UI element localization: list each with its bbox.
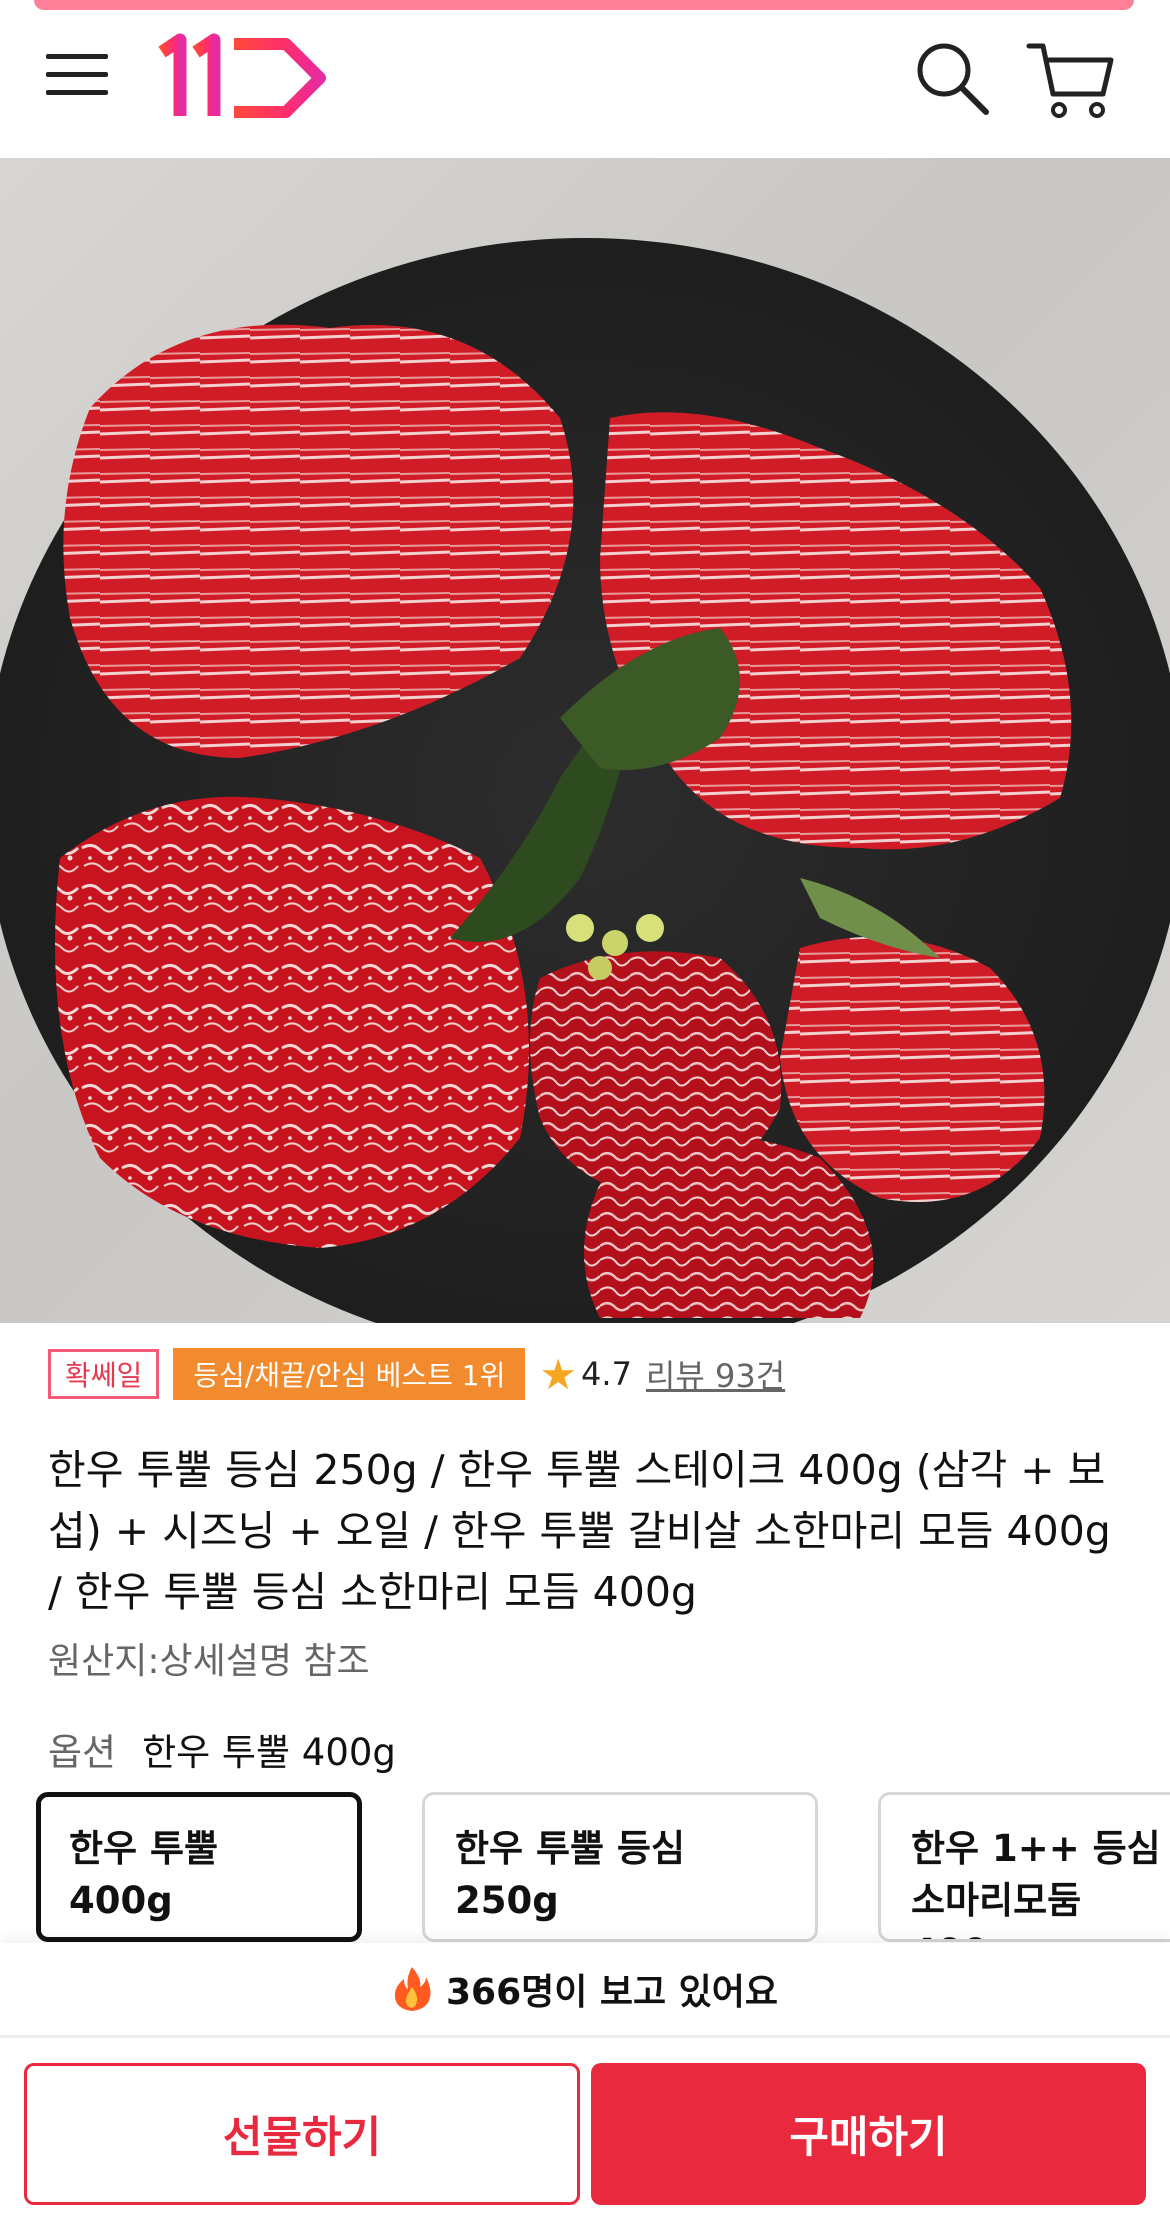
product-image[interactable]: [0, 158, 1170, 1323]
cart-icon[interactable]: [1025, 36, 1115, 126]
hanwoo-beef-image: [0, 238, 1170, 1323]
hamburger-menu-icon[interactable]: [44, 38, 114, 108]
buy-button[interactable]: 구매하기: [591, 2063, 1146, 2205]
option-summary: 옵션 한우 투뿔 400g: [48, 1722, 396, 1776]
rating-value: 4.7: [581, 1355, 632, 1393]
option-card-label: 한우 투뿔 등심 250g: [455, 1827, 686, 1922]
gift-button[interactable]: 선물하기: [24, 2063, 580, 2205]
viewer-count-bar: 366명이 보고 있어요: [0, 1943, 1170, 2035]
top-accent-strip: [34, 0, 1134, 10]
logo[interactable]: [158, 32, 333, 122]
best-seller-badge: 등심/채끝/안심 베스트 1위: [173, 1348, 526, 1400]
badge-row: 확쎄일 등심/채끝/안심 베스트 1위 ★ 4.7 리뷰 93건: [48, 1348, 785, 1400]
star-icon: ★: [539, 1349, 578, 1399]
option-label: 옵션: [48, 1731, 117, 1774]
product-title: 한우 투뿔 등심 250g / 한우 투뿔 스테이크 400g (삼각 + 보섭…: [48, 1446, 1111, 1616]
option-card-2[interactable]: 한우 투뿔 등심 250g: [422, 1792, 818, 1942]
option-card-3[interactable]: 한우 1++ 등심 소마리모둠 400g: [878, 1792, 1170, 1942]
option-selected-value: 한우 투뿔 400g: [142, 1731, 396, 1774]
delivery-badge: 확쎄일: [48, 1349, 160, 1399]
option-card-1[interactable]: 한우 투뿔 400g: [36, 1792, 362, 1942]
fire-icon: [394, 1967, 431, 2011]
viewer-count-text: 366명이 보고 있어요: [445, 1972, 779, 2013]
search-icon[interactable]: [912, 38, 992, 118]
product-origin: 원산지:상세설명 참조: [48, 1641, 370, 1682]
purchase-action-bar: 선물하기 구매하기: [0, 2035, 1170, 2215]
option-card-label: 한우 투뿔 400g: [69, 1827, 219, 1922]
review-link[interactable]: 리뷰 93건: [646, 1351, 785, 1397]
option-card-label: 한우 1++ 등심 소마리모둠 400g: [911, 1827, 1161, 1939]
header: [0, 10, 1170, 161]
